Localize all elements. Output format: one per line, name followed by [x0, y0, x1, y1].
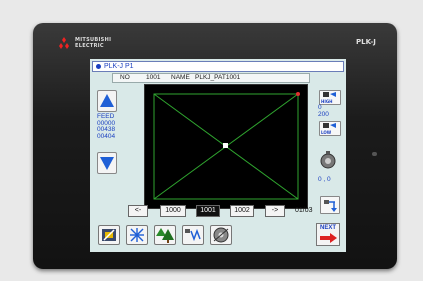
speed-high-icon [323, 92, 336, 97]
no-label: NO [120, 74, 130, 81]
speed-high-label: HIGH [321, 99, 333, 104]
speed-low-icon [323, 123, 336, 128]
pattern-canvas[interactable] [144, 84, 308, 209]
name-value: PLKJ_PAT1001 [195, 74, 241, 81]
speed-low-label: LOW [321, 130, 332, 135]
stitch-pattern-button[interactable] [126, 225, 148, 245]
name-label: NAME [171, 74, 190, 81]
title-bar: PLK-J P1 [92, 61, 344, 72]
feed-up-button[interactable] [97, 90, 117, 112]
disc-icon [213, 227, 229, 243]
page-prev-button[interactable]: <- [128, 205, 148, 217]
tension-value: 0 , 0 [318, 176, 331, 183]
up-arrow-icon [100, 94, 114, 107]
page-1001-button[interactable]: 1001 [196, 205, 220, 217]
pattern-info-bar: NO 1001 NAME PLKJ_PAT1001 [112, 73, 310, 83]
speed-high-value-2: 200 [318, 111, 329, 118]
page-1000-button[interactable]: 1000 [160, 205, 186, 217]
feed-value-3: 00404 [97, 132, 116, 140]
status-led [372, 152, 377, 156]
thread-icon [324, 200, 337, 212]
page-1002-button[interactable]: 1002 [230, 205, 254, 217]
tool-setting-button[interactable] [98, 225, 120, 245]
feed-readout: FEED 00000 00438 00404 [97, 113, 116, 140]
title-dot-icon [96, 64, 101, 69]
tool-setting-icon [102, 229, 116, 241]
page-counter: 01/03 [295, 207, 313, 214]
thread-button[interactable] [320, 196, 340, 214]
page-next-button[interactable]: -> [265, 205, 285, 217]
down-arrow-icon [100, 157, 114, 170]
stitch-pattern-icon [130, 228, 144, 242]
speed-high-button[interactable]: HIGH [319, 90, 341, 105]
no-value: 1001 [146, 74, 161, 81]
feed-down-button[interactable] [97, 152, 117, 174]
disc-button[interactable] [210, 225, 232, 245]
next-button[interactable]: NEXT [316, 223, 340, 246]
center-marker-icon [223, 143, 228, 148]
touch-screen: PLK-J P1 NO 1001 NAME PLKJ_PAT1001 FEED … [90, 59, 346, 252]
zigzag-button[interactable] [182, 225, 204, 245]
next-arrow-icon [320, 233, 337, 243]
model-label: PLK-J [356, 38, 376, 46]
zigzag-icon [185, 228, 201, 242]
screen-title: PLK-J P1 [104, 63, 134, 70]
pattern-drawing [153, 92, 300, 200]
tree-pattern-button[interactable] [154, 225, 176, 245]
tension-icon[interactable] [319, 150, 337, 174]
tree-icon [156, 228, 174, 243]
brand-line2: ELECTRIC [75, 43, 104, 49]
speed-low-button[interactable]: LOW [319, 121, 341, 136]
mitsubishi-diamonds-icon [59, 37, 69, 49]
needle-position-icon [296, 92, 300, 96]
next-label: NEXT [319, 225, 336, 231]
